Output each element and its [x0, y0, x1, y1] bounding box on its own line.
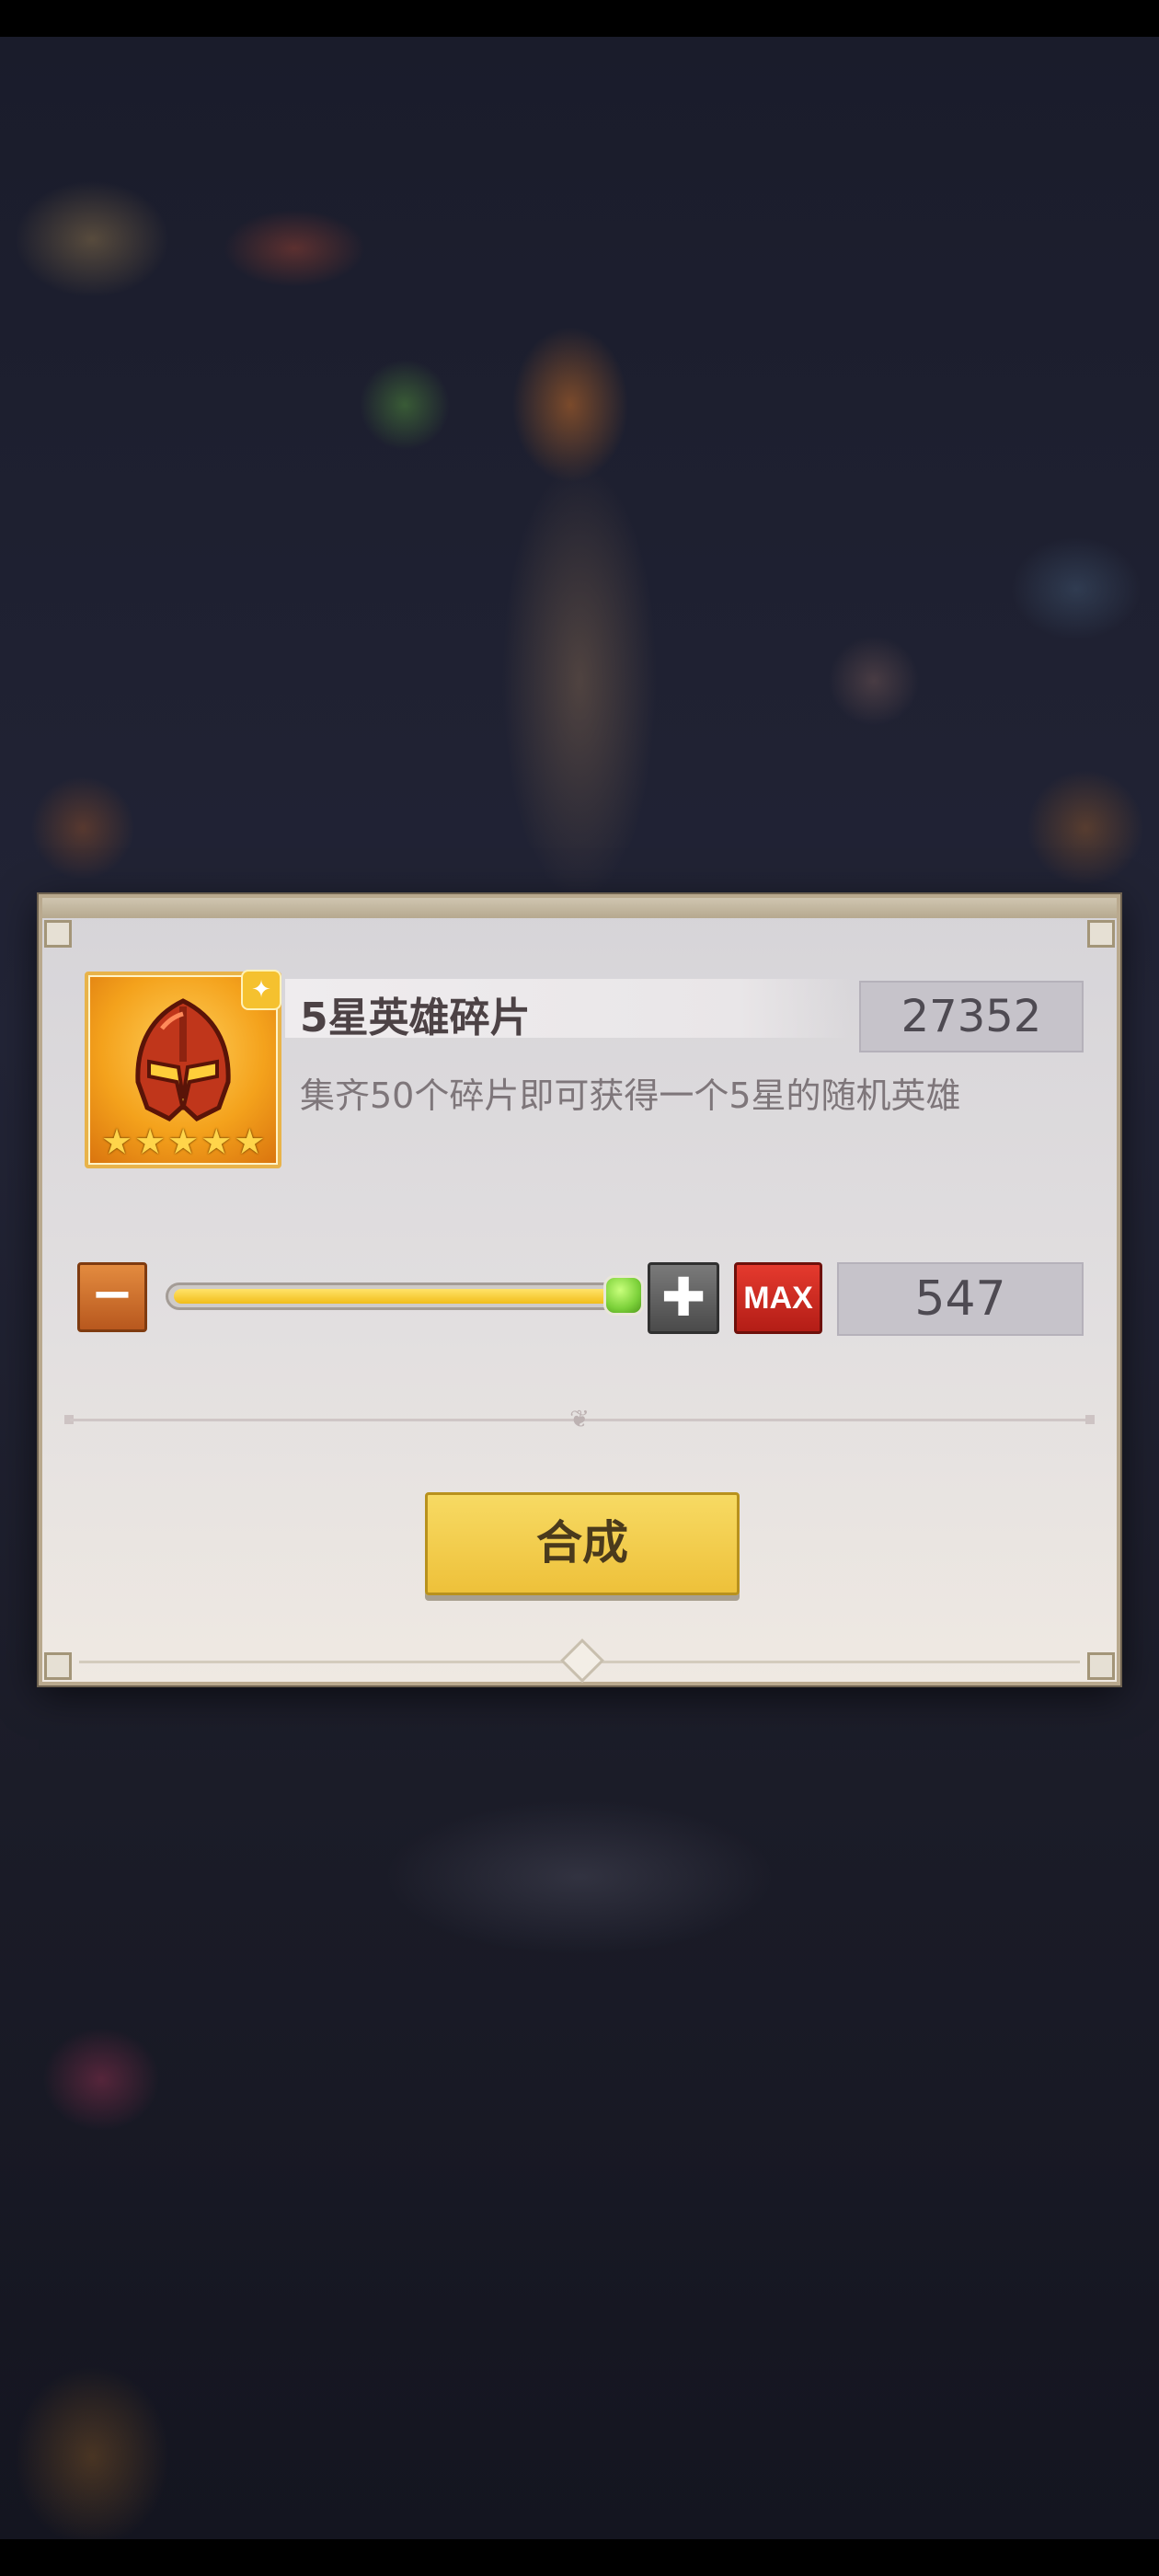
quantity-display: 547	[837, 1262, 1084, 1336]
star-icon: ★	[134, 1121, 166, 1162]
corner-ornament	[44, 920, 72, 948]
quantity-slider-track[interactable]	[166, 1282, 633, 1310]
hero-fragment-icon: ✦ ★ ★ ★ ★ ★	[85, 970, 281, 1168]
bottom-ornament	[559, 1638, 605, 1684]
corner-ornament	[1087, 920, 1115, 948]
dialog-top-band	[42, 898, 1117, 918]
star-icon: ★	[167, 1121, 200, 1162]
bottom-bar	[0, 2539, 1159, 2576]
corner-ornament	[1087, 1652, 1115, 1680]
star-icon: ★	[101, 1121, 133, 1162]
increase-button[interactable]: ✚	[648, 1262, 719, 1334]
quantity-slider-fill	[174, 1289, 630, 1304]
corner-ornament	[44, 1652, 72, 1680]
quantity-slider-handle[interactable]	[603, 1275, 644, 1316]
owned-count: 27352	[859, 981, 1084, 1052]
helmet-icon	[135, 998, 231, 1122]
item-name: 5星英雄碎片	[300, 995, 531, 1041]
star-icon: ★	[201, 1121, 233, 1162]
decrease-button[interactable]: −	[77, 1262, 147, 1332]
star-rating: ★ ★ ★ ★ ★	[101, 1124, 265, 1159]
top-status-bar	[0, 0, 1159, 37]
compose-button[interactable]: 合成	[425, 1492, 740, 1595]
divider-end-dot	[1085, 1415, 1095, 1424]
divider-ornament: ❦	[569, 1406, 590, 1433]
star-icon: ★	[234, 1121, 266, 1162]
synthesis-dialog: ✦ ★ ★ ★ ★ ★ 5星英雄碎片 27352 集齐50个碎片即可获得一个5星…	[39, 894, 1120, 1685]
puzzle-piece-icon: ✦	[241, 970, 281, 1010]
item-description: 集齐50个碎片即可获得一个5星的随机英雄	[300, 1075, 961, 1116]
max-button[interactable]: MAX	[734, 1262, 822, 1334]
